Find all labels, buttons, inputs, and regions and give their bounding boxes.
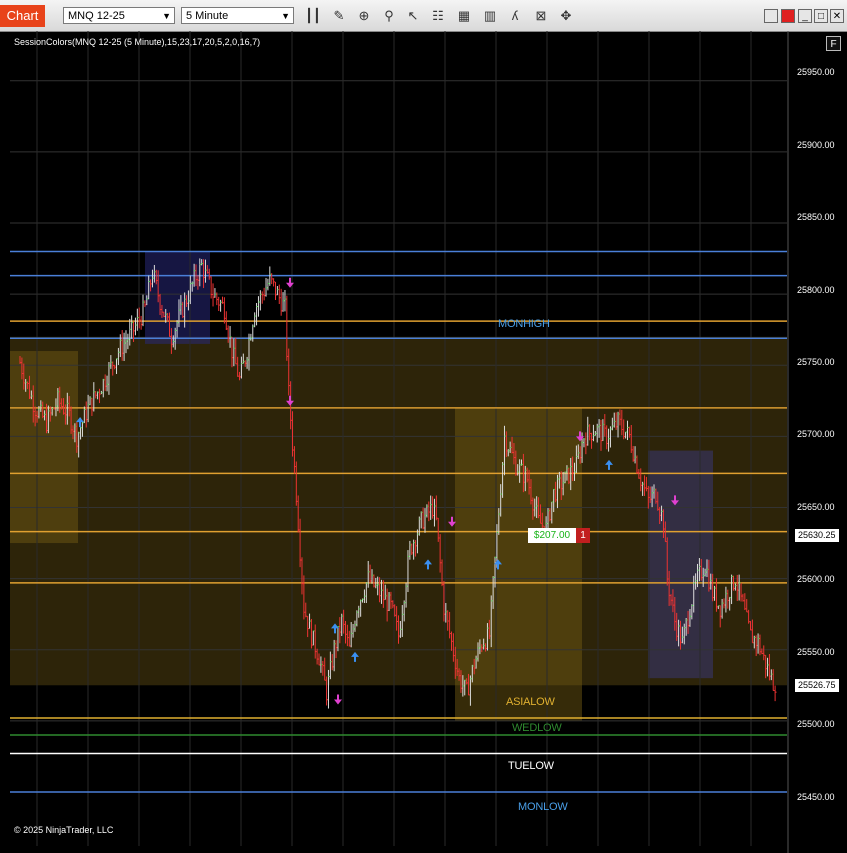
f-button[interactable]: F — [826, 36, 841, 51]
chart-window: Chart MNQ 12-25 ▼ 5 Minute ▼ ┃┃ ✎ ⊕ ⚲ ↖ … — [0, 0, 847, 853]
chevron-down-icon: ▼ — [162, 11, 171, 21]
level-label-tuelow: TUELOW — [508, 760, 554, 772]
sell-arrow — [286, 277, 294, 288]
entry-price-tag: 25630.25 — [795, 529, 839, 542]
chart-tab-title[interactable]: Chart — [0, 5, 45, 27]
instrument-value: MNQ 12-25 — [68, 10, 125, 22]
strategy-icon[interactable]: ▥ — [481, 7, 499, 25]
instrument-selector[interactable]: MNQ 12-25 ▼ — [63, 7, 175, 24]
level-label-wedlow: WEDLOW — [512, 722, 562, 734]
interval-value: 5 Minute — [186, 10, 229, 22]
minimize-icon[interactable] — [764, 9, 778, 23]
chart-properties-icon[interactable]: ☷ — [429, 7, 447, 25]
sell-arrow — [334, 694, 342, 705]
level-label-monhigh: MONHIGH — [498, 318, 550, 330]
chevron-down-icon: ▼ — [281, 11, 290, 21]
price-tick: 25600.00 — [797, 574, 835, 584]
restore-icon[interactable]: _ — [798, 9, 812, 23]
cursor-icon[interactable]: ↖ — [404, 7, 422, 25]
toolbar: Chart MNQ 12-25 ▼ 5 Minute ▼ ┃┃ ✎ ⊕ ⚲ ↖ … — [0, 0, 847, 32]
pencil-icon[interactable]: ✎ — [330, 7, 348, 25]
drawing-tools-icon[interactable]: ✥ — [557, 7, 575, 25]
data-box-icon[interactable]: ▦ — [455, 7, 473, 25]
price-chart[interactable]: SessionColors(MNQ 12-25 (5 Minute),15,23… — [0, 31, 847, 853]
indicator-icon[interactable]: ʎ — [506, 7, 524, 25]
zoom-icon[interactable]: ⊕ — [355, 7, 373, 25]
last-price-tag: 25526.75 — [795, 679, 839, 692]
price-tick: 25650.00 — [797, 502, 835, 512]
price-tick: 25700.00 — [797, 429, 835, 439]
price-tick: 25850.00 — [797, 212, 835, 222]
crosshair-icon[interactable]: ⊠ — [532, 7, 550, 25]
price-tick: 25550.00 — [797, 647, 835, 657]
price-tick: 25450.00 — [797, 792, 835, 802]
maximize-icon[interactable]: □ — [814, 9, 828, 23]
magnifier-icon[interactable]: ⚲ — [380, 7, 398, 25]
position-quantity[interactable]: 1 — [576, 528, 590, 543]
price-tick: 25500.00 — [797, 719, 835, 729]
interval-selector[interactable]: 5 Minute ▼ — [181, 7, 294, 24]
price-tick: 25800.00 — [797, 285, 835, 295]
level-label-asialow: ASIALOW — [506, 696, 555, 708]
window-close-icon[interactable]: ✕ — [830, 9, 844, 23]
indicator-label: SessionColors(MNQ 12-25 (5 Minute),15,23… — [14, 37, 261, 47]
level-label-monlow: MONLOW — [518, 801, 568, 813]
price-tick: 25950.00 — [797, 67, 835, 77]
close-icon[interactable] — [781, 9, 795, 23]
price-tick: 25750.00 — [797, 357, 835, 367]
bars-icon[interactable]: ┃┃ — [304, 7, 322, 25]
price-tick: 25900.00 — [797, 140, 835, 150]
copyright-text: © 2025 NinjaTrader, LLC — [14, 825, 114, 835]
position-pnl[interactable]: $207.00 — [528, 528, 576, 543]
chart-canvas — [10, 31, 789, 853]
